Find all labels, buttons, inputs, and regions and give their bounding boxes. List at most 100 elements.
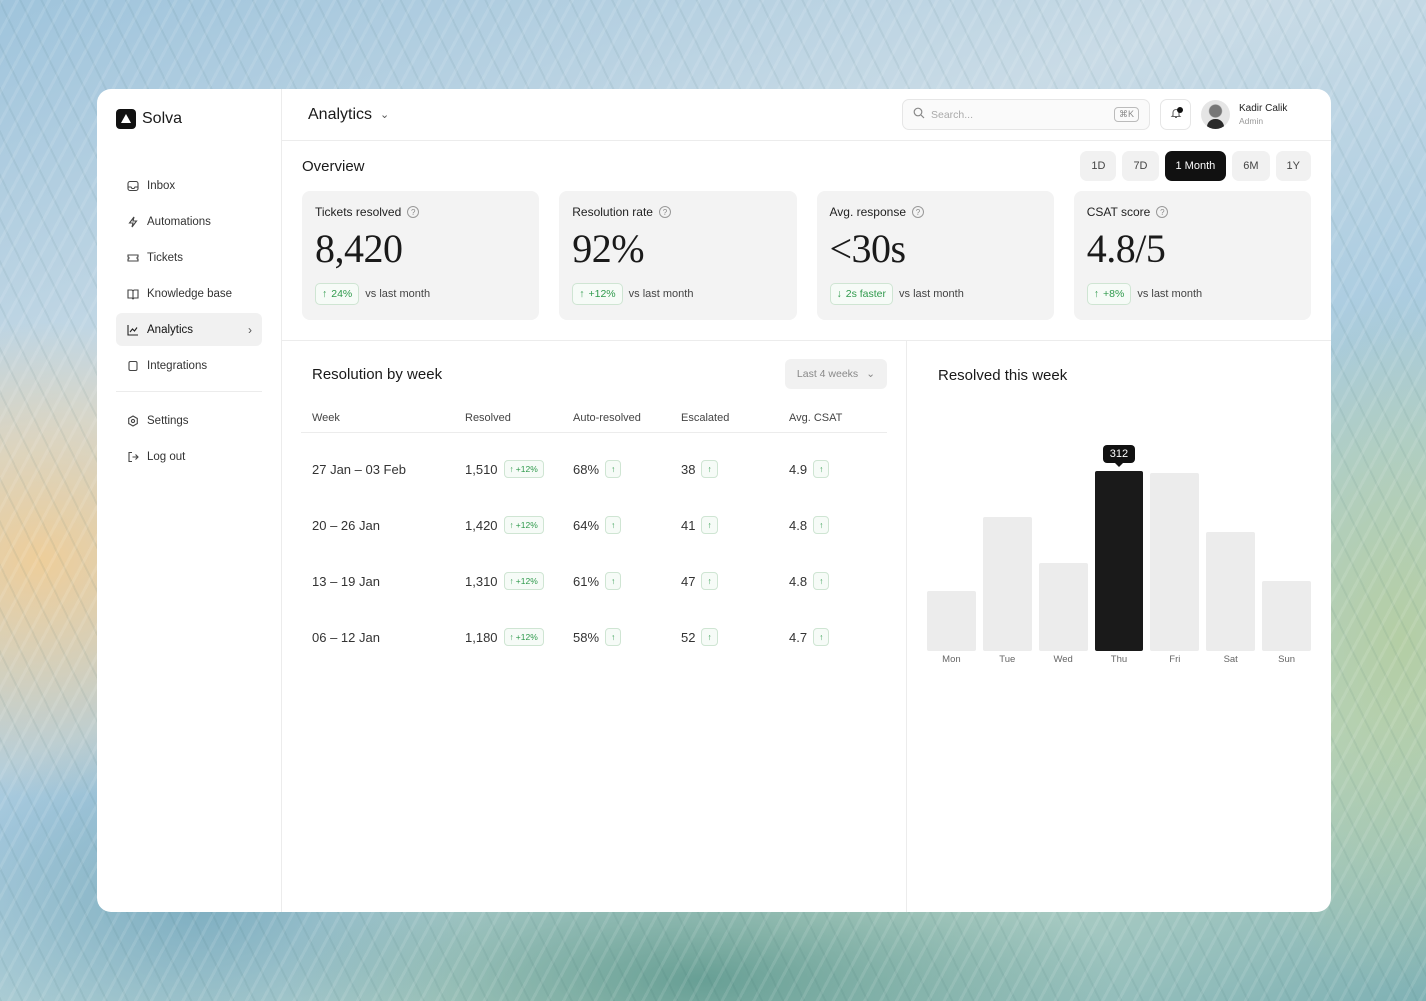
kpi-tickets-resolved: Tickets resolved? 8,420 ↑ 24% vs last mon…: [302, 191, 540, 320]
column-header[interactable]: Auto-resolved: [573, 412, 681, 424]
column-header[interactable]: Escalated: [681, 412, 789, 424]
bar-fri[interactable]: Fri: [1150, 472, 1200, 665]
column-header[interactable]: Resolved: [465, 412, 573, 424]
kpi-value: 4.8/5: [1086, 226, 1166, 271]
column-header[interactable]: Week: [312, 412, 465, 424]
inbox-icon: [126, 179, 139, 192]
user-info: Kadir Calik Admin: [1239, 103, 1287, 126]
arrow-up-icon: ↑: [605, 628, 622, 646]
escalated-cell: 38 ↑: [681, 460, 789, 478]
range-1y[interactable]: 1Y: [1275, 151, 1311, 181]
kpi-delta-badge: ↑ +12%: [572, 283, 623, 305]
arrow-up-icon: ↑: [813, 516, 830, 534]
trend-badge: ↑ +12%: [503, 460, 544, 478]
bar-label: Mon: [942, 654, 961, 665]
week-cell: 13 – 19 Jan: [312, 574, 465, 589]
notification-dot: [1177, 107, 1183, 113]
sidebar-item-settings[interactable]: Settings: [116, 404, 262, 437]
brand[interactable]: Solva: [116, 109, 262, 129]
range-selector: 1D 7D 1 Month 6M 1Y: [1080, 151, 1311, 181]
bar-mark: [1094, 471, 1144, 651]
topbar: Analytics ⌄ ⌘K: [282, 89, 1331, 141]
resolved-delta: +12%: [515, 576, 538, 586]
kpi-compare: vs last month: [1137, 288, 1203, 300]
chart-line-icon: [126, 323, 139, 336]
kpi-compare: vs last month: [628, 288, 694, 300]
table-row[interactable]: 27 Jan – 03 Feb 1,510 ↑ +12% 68% ↑ 38 ↑ 4.9 ↑: [301, 441, 887, 497]
kpi-delta: 2s faster: [845, 288, 887, 300]
chevron-down-icon: ⌄: [380, 109, 390, 121]
kpi-resolution-rate: Resolution rate? 92% ↑ +12% vs last month: [559, 191, 797, 320]
sidebar-item-label: Analytics: [147, 323, 194, 336]
week-value: 20 – 26 Jan: [312, 517, 380, 533]
search-shortcut: ⌘K: [1113, 107, 1139, 122]
csat-value: 4.9: [789, 461, 808, 477]
arrow-up-icon: ↑: [701, 628, 718, 646]
kpi-csat-score: CSAT score? 4.8/5 ↑ +8% vs last month: [1073, 191, 1311, 320]
sidebar-item-automations[interactable]: Automations: [116, 205, 262, 238]
search-box[interactable]: ⌘K: [902, 99, 1150, 130]
logout-icon: [126, 450, 139, 463]
sidebar-item-analytics[interactable]: Analytics ›: [116, 313, 262, 346]
table-header: Week Resolved Auto-resolved Escalated Av…: [301, 403, 887, 433]
table-body: 27 Jan – 03 Feb 1,510 ↑ +12% 68% ↑ 38 ↑ 4.9 ↑ 20 –…: [301, 441, 887, 665]
arrow-up-icon: ↑: [701, 572, 718, 590]
sidebar-item-inbox[interactable]: Inbox: [116, 169, 262, 202]
bar-tue[interactable]: Tue: [982, 517, 1032, 665]
bar-label: Wed: [1053, 654, 1073, 665]
csat-value: 4.8: [789, 573, 808, 589]
range-1d[interactable]: 1D: [1080, 151, 1117, 181]
brand-name: Solva: [142, 110, 183, 127]
table-row[interactable]: 13 – 19 Jan 1,310 ↑ +12% 61% ↑ 47 ↑ 4.8 ↑: [301, 553, 887, 609]
user-name: Kadir Calik: [1239, 103, 1288, 114]
range-6m[interactable]: 6M: [1232, 151, 1270, 181]
sidebar-item-label: Tickets: [147, 251, 183, 264]
period-select[interactable]: Last 4 weeks ⌄: [784, 359, 887, 389]
week-value: 13 – 19 Jan: [312, 573, 380, 589]
bar-thu[interactable]: Thu 312: [1094, 445, 1144, 665]
kpi-label: Avg. response: [829, 205, 907, 219]
table-row[interactable]: 20 – 26 Jan 1,420 ↑ +12% 64% ↑ 41 ↑ 4.8 ↑: [301, 497, 887, 553]
arrow-down-icon: ↓: [836, 288, 842, 300]
escalated-cell: 47 ↑: [681, 572, 789, 590]
arrow-up-icon: ↑: [605, 460, 622, 478]
bar-wed[interactable]: Wed: [1038, 562, 1088, 665]
sidebar-item-label: Inbox: [147, 179, 176, 192]
table-row[interactable]: 06 – 12 Jan 1,180 ↑ +12% 58% ↑ 52 ↑ 4.7 ↑: [301, 609, 887, 665]
column-header[interactable]: Avg. CSAT: [789, 412, 899, 424]
bar-label: Sat: [1223, 654, 1238, 665]
search-input[interactable]: [931, 108, 1108, 121]
sidebar-item-tickets[interactable]: Tickets: [116, 241, 262, 274]
bar-label: Sun: [1278, 654, 1296, 665]
bar-mon[interactable]: Mon: [927, 590, 976, 665]
arrow-up-icon: ↑: [322, 288, 328, 300]
bar-sun[interactable]: Sun: [1262, 581, 1311, 665]
avatar: [1201, 100, 1230, 129]
notifications-button[interactable]: [1160, 99, 1191, 130]
range-1-month[interactable]: 1 Month: [1164, 151, 1227, 181]
auto-resolved-value: 68%: [573, 461, 600, 477]
page-title-dropdown[interactable]: Analytics ⌄: [308, 106, 389, 124]
help-icon[interactable]: ?: [407, 206, 420, 218]
kpi-value: 92%: [572, 226, 645, 271]
chevron-right-icon: ›: [248, 322, 252, 337]
bar-mark: [1262, 581, 1311, 651]
sidebar-item-knowledge-base[interactable]: Knowledge base: [116, 277, 262, 310]
bar-sat[interactable]: Sat: [1206, 532, 1256, 665]
help-icon[interactable]: ?: [658, 206, 671, 218]
sidebar-item-integrations[interactable]: Integrations: [116, 349, 262, 382]
sidebar-item-label: Log out: [147, 450, 186, 463]
escalated-value: 47: [681, 573, 696, 589]
sidebar-item-label: Settings: [147, 414, 189, 427]
week-cell: 06 – 12 Jan: [312, 630, 465, 645]
arrow-up-icon: ↑: [509, 632, 514, 642]
user-menu[interactable]: Kadir Calik Admin: [1201, 100, 1305, 129]
help-icon[interactable]: ?: [912, 206, 924, 218]
user-role: Admin: [1239, 116, 1264, 126]
help-icon[interactable]: ?: [1156, 206, 1169, 218]
resolved-delta: +12%: [515, 520, 538, 530]
range-7d[interactable]: 7D: [1122, 151, 1159, 181]
sidebar-item-logout[interactable]: Log out: [116, 440, 262, 473]
sidebar: Solva Inbox Automations Tickets Knowledg…: [97, 89, 282, 912]
chart-title: Resolved this week: [938, 367, 1068, 384]
